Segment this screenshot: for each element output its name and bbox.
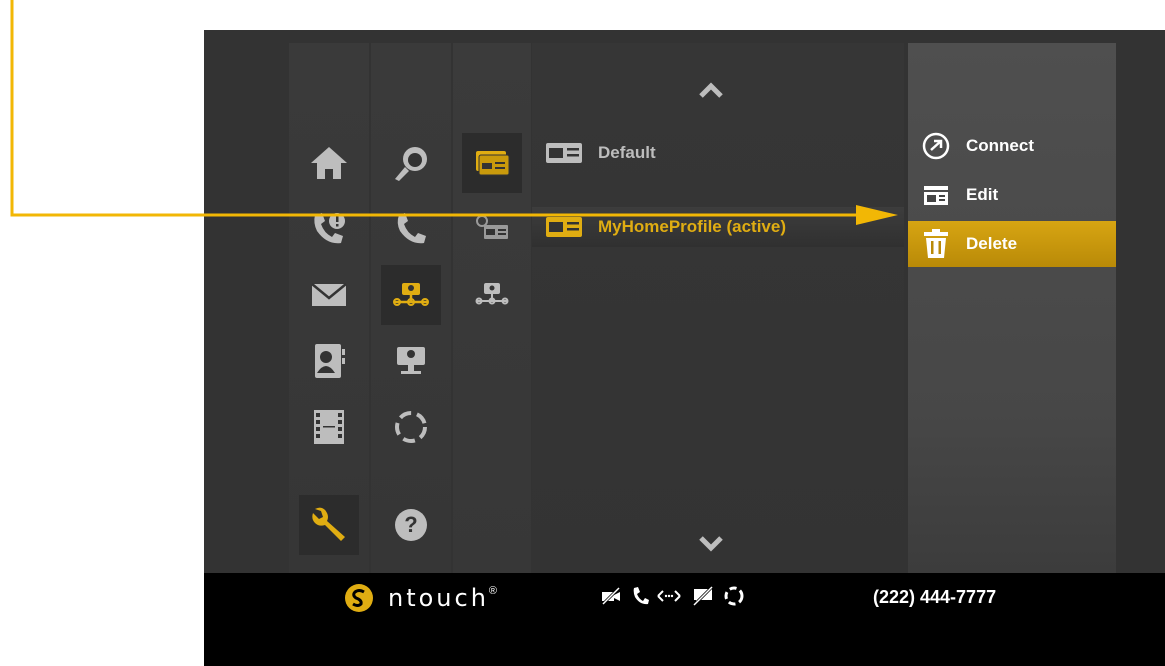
callout-arrow <box>10 0 898 225</box>
